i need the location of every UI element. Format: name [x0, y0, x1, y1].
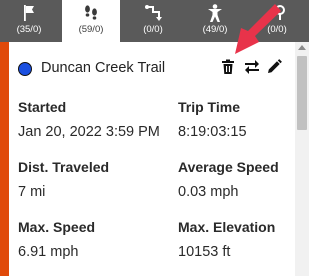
trail-name: Duncan Creek Trail	[41, 60, 166, 76]
swap-icon[interactable]	[243, 58, 261, 76]
tab-flags[interactable]: (35/0)	[0, 0, 58, 42]
started-value: Jan 20, 2022 3:59 PM	[18, 124, 160, 140]
red-arrow-annotation	[235, 4, 281, 54]
tab-count: (0/0)	[143, 24, 163, 35]
tab-count: (35/0)	[16, 24, 42, 35]
avg-speed-value: 0.03 mph	[178, 184, 239, 200]
scrollbar[interactable]	[295, 42, 309, 276]
route-icon	[124, 3, 182, 23]
trash-icon[interactable]	[219, 58, 237, 76]
track-color-accent	[0, 42, 9, 276]
max-elevation-label: Max. Elevation	[178, 219, 276, 235]
footprints-icon	[62, 3, 120, 23]
tab-routes[interactable]: (0/0)	[124, 0, 182, 42]
distance-value: 7 mi	[18, 184, 46, 200]
track-detail-panel: Duncan Creek Trail Started Jan 20, 2022 …	[0, 42, 309, 276]
trip-time-value: 8:19:03:15	[178, 124, 247, 140]
pencil-icon[interactable]	[265, 58, 283, 76]
avg-speed-label: Average Speed	[178, 159, 279, 175]
max-speed-value: 6.91 mph	[18, 244, 79, 260]
tab-tracks[interactable]: (59/0)	[62, 0, 120, 42]
trail-color-dot	[18, 62, 32, 76]
distance-label: Dist. Traveled	[18, 159, 110, 175]
flag-icon	[0, 3, 58, 23]
max-speed-label: Max. Speed	[18, 219, 96, 235]
trip-time-label: Trip Time	[178, 99, 240, 115]
scroll-up-arrow-icon[interactable]	[298, 45, 306, 50]
scrollbar-thumb[interactable]	[297, 56, 307, 130]
max-elevation-value: 10153 ft	[178, 244, 231, 260]
tab-count: (59/0)	[78, 24, 104, 35]
started-label: Started	[18, 99, 67, 115]
